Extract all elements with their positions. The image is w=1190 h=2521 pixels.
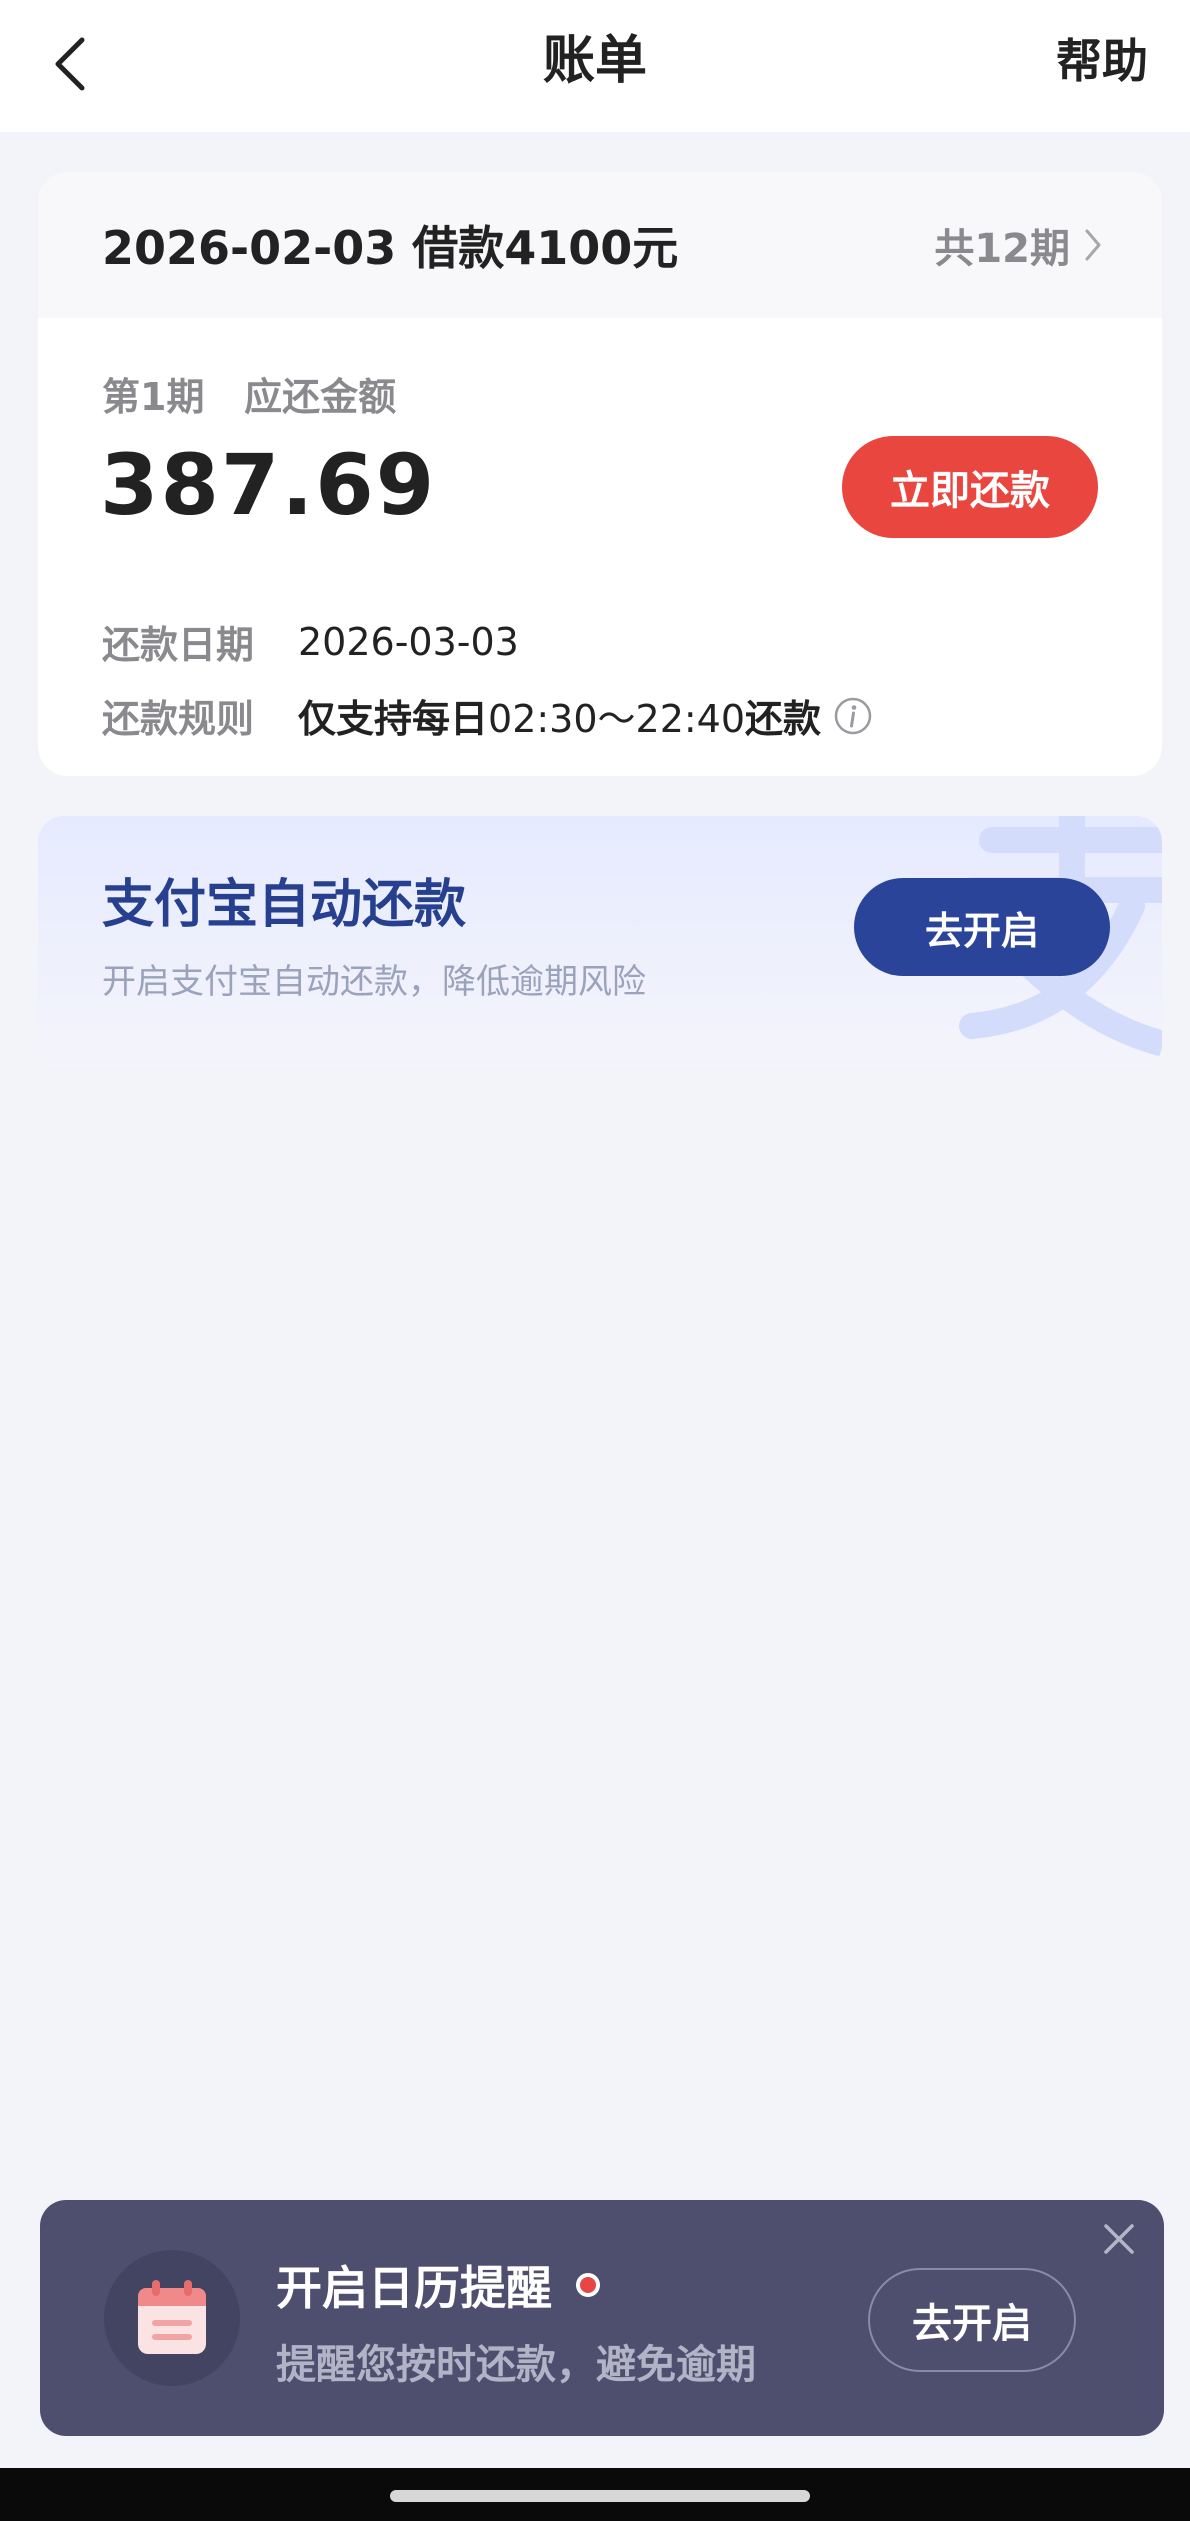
rule-prefix: 仅支持每日 xyxy=(298,697,489,741)
close-icon xyxy=(1104,2224,1134,2254)
loan-card: 2026-02-03 借款4100元 共12期 第1期 应还金额 387.69 … xyxy=(38,172,1162,776)
reminder-enable-button[interactable]: 去开启 xyxy=(868,2268,1076,2372)
loan-summary: 2026-02-03 借款4100元 xyxy=(102,221,679,275)
page-title: 账单 xyxy=(542,31,647,91)
help-link[interactable]: 帮助 xyxy=(1056,28,1148,94)
calendar-icon xyxy=(138,2280,206,2354)
alipay-autopay-subtitle: 开启支付宝自动还款，降低逾期风险 xyxy=(102,962,646,1002)
periods-label: 共12期 xyxy=(934,226,1070,272)
info-icon[interactable] xyxy=(833,696,873,736)
alipay-autopay-title: 支付宝自动还款 xyxy=(102,875,467,935)
repay-now-button[interactable]: 立即还款 xyxy=(842,436,1098,538)
alipay-autopay-card: 支付宝自动还款 开启支付宝自动还款，降低逾期风险 去开启 xyxy=(38,816,1162,1070)
repay-date-value: 2026-03-03 xyxy=(298,619,519,664)
rule-time: 02:30～22:40 xyxy=(488,697,746,741)
rule-suffix: 还款 xyxy=(745,697,822,741)
reminder-title-wrap: 开启日历提醒 xyxy=(276,2252,600,2318)
calendar-reminder-banner: 开启日历提醒 提醒您按时还款，避免逾期 去开启 xyxy=(40,2200,1164,2436)
reminder-title: 开启日历提醒 xyxy=(276,2261,552,2315)
repay-rule-label: 还款规则 xyxy=(102,697,255,741)
alipay-enable-button[interactable]: 去开启 xyxy=(854,878,1110,976)
home-indicator[interactable] xyxy=(390,2490,810,2502)
due-amount: 387.69 xyxy=(100,436,437,534)
period-label: 第1期 应还金额 xyxy=(102,375,397,419)
calendar-icon-wrap xyxy=(104,2250,240,2386)
top-bar: 账单 帮助 xyxy=(0,0,1190,132)
reminder-subtitle: 提醒您按时还款，避免逾期 xyxy=(276,2342,756,2388)
loan-header[interactable]: 2026-02-03 借款4100元 共12期 xyxy=(38,172,1162,318)
repay-rule-row: 还款规则 仅支持每日02:30～22:40还款 xyxy=(102,688,873,743)
chevron-right-icon xyxy=(1085,229,1101,261)
bill-page: 账单 帮助 2026-02-03 借款4100元 共12期 第1期 应还金额 3… xyxy=(0,0,1190,2521)
repay-date-row: 还款日期 2026-03-03 xyxy=(102,614,519,669)
close-button[interactable] xyxy=(1098,2218,1140,2260)
periods-link[interactable]: 共12期 xyxy=(934,216,1102,274)
repay-rule-value: 仅支持每日02:30～22:40还款 xyxy=(298,688,821,743)
system-nav-bar xyxy=(0,2468,1190,2521)
notification-dot xyxy=(576,2273,600,2297)
repay-date-label: 还款日期 xyxy=(102,623,255,667)
